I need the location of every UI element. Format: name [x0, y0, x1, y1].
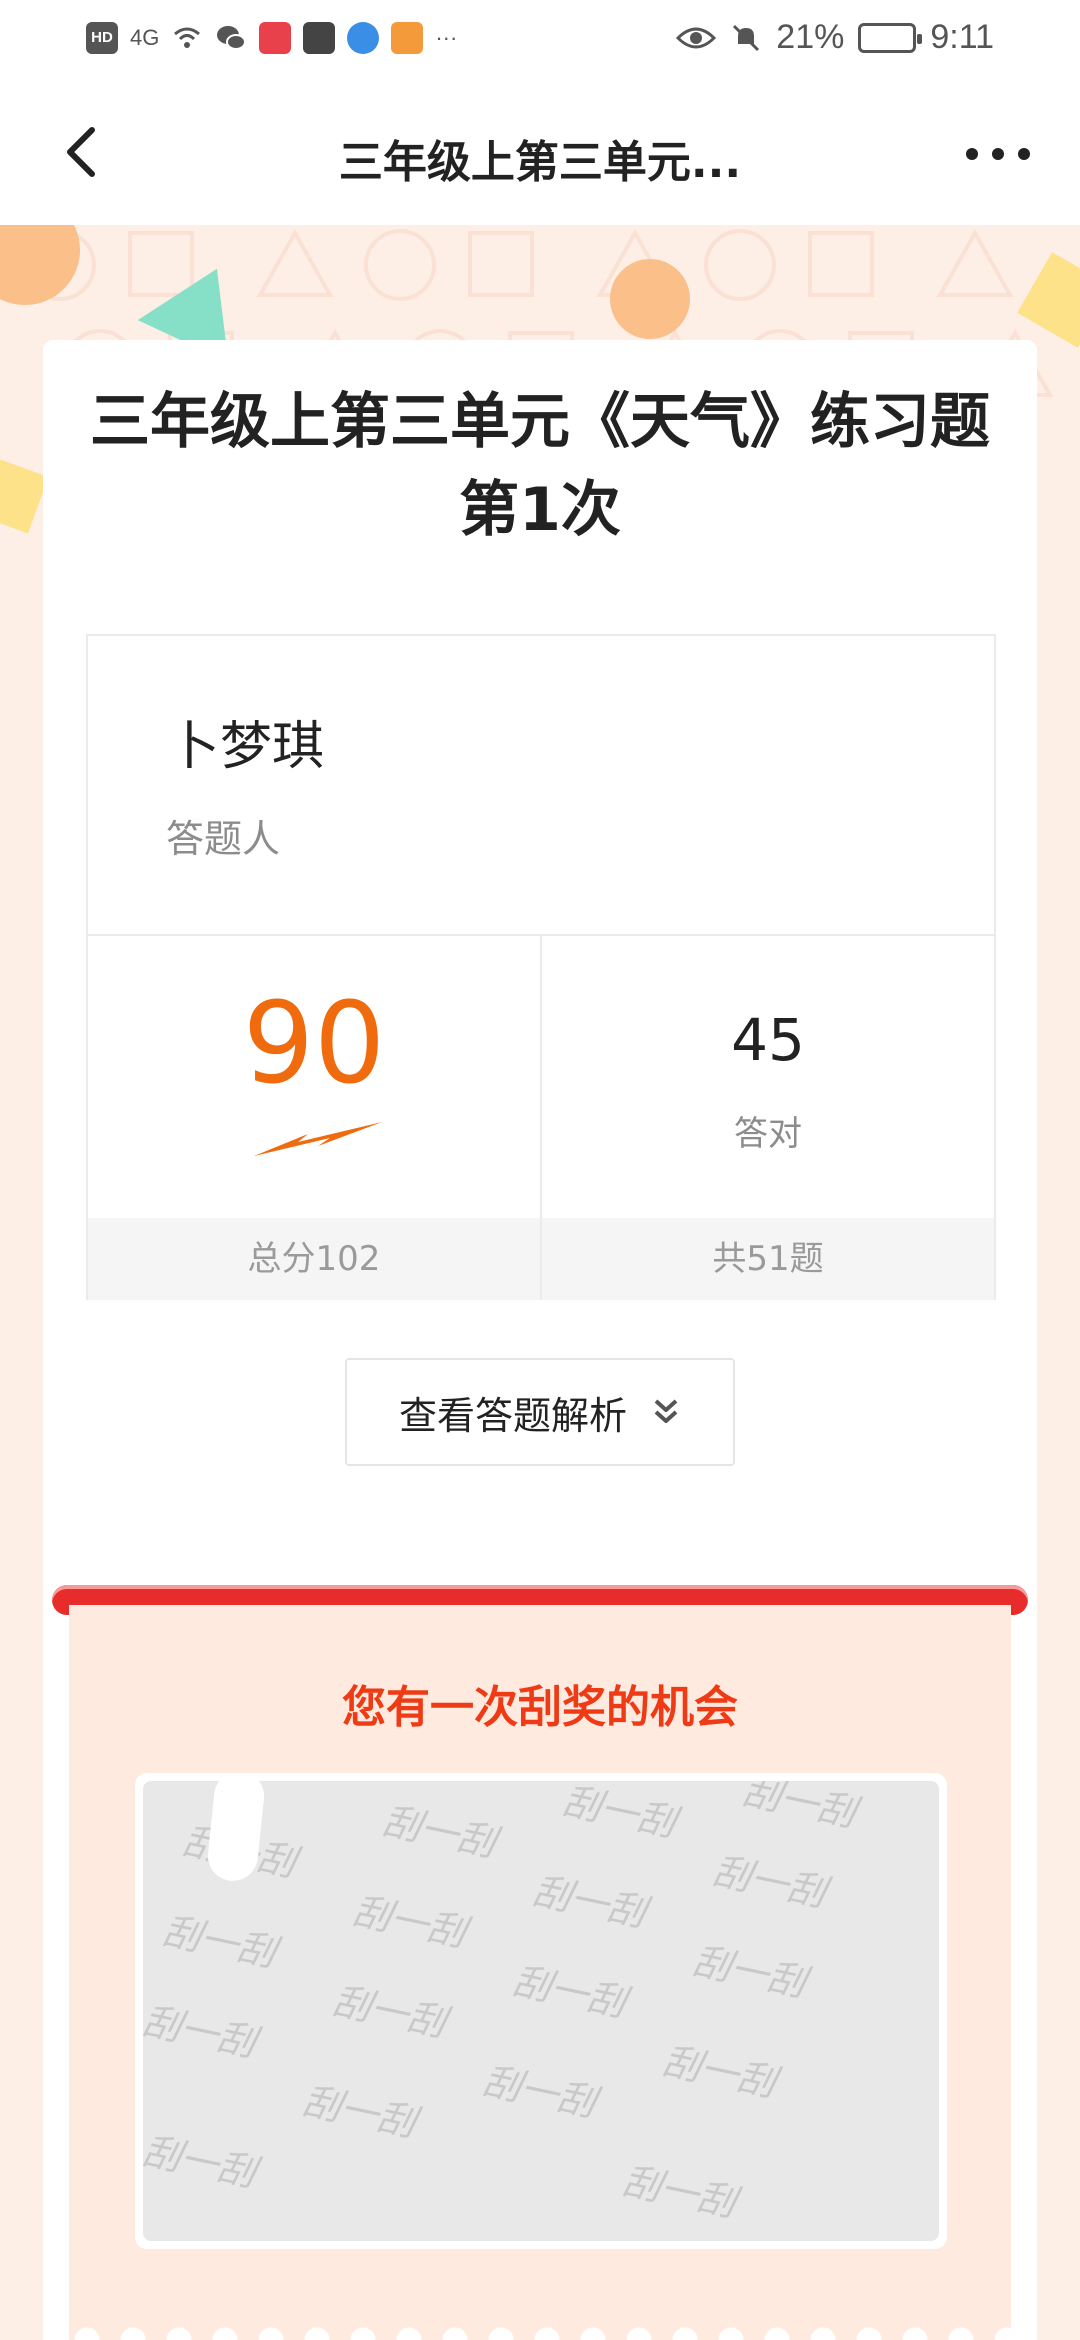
- scratch-watermark: 刮一刮: [143, 2128, 260, 2196]
- more-dot: [966, 148, 978, 160]
- question-total: 共51题: [542, 1218, 994, 1300]
- scratch-watermark: 刮一刮: [738, 1781, 860, 1836]
- scratch-watermark: 刮一刮: [348, 1888, 470, 1956]
- more-options-icon[interactable]: [966, 136, 1030, 172]
- quiz-attempt: 第1次: [459, 475, 621, 545]
- scratch-watermark: 刮一刮: [658, 2038, 780, 2106]
- respondent-section: 卜梦琪 答题人: [88, 636, 994, 936]
- back-arrow-icon[interactable]: [52, 116, 116, 188]
- correct-count: 45: [731, 1006, 805, 1074]
- wechat-icon: [217, 26, 247, 50]
- correct-label: 答对: [734, 1114, 802, 1154]
- lottery-panel: 您有一次刮奖的机会 刮一刮 刮一刮 刮一刮 刮一刮 刮一刮 刮一刮 刮一刮 刮一…: [69, 1605, 1011, 2340]
- battery-icon: [858, 22, 923, 53]
- double-chevron-down-icon: [654, 1399, 678, 1423]
- clock: 9:11: [930, 18, 994, 56]
- status-bar-right: 21% 9:11: [676, 18, 994, 57]
- result-card: 三年级上第三单元《天气》练习题 第1次 卜梦琪 答题人 90 总分102 45 …: [43, 340, 1037, 2340]
- result-summary: 卜梦琪 答题人 90 总分102 45 答对 共51题: [86, 634, 996, 1300]
- scratch-watermark: 刮一刮: [298, 2078, 420, 2146]
- view-analysis-label: 查看答题解析: [398, 1393, 627, 1438]
- battery-percent: 21%: [776, 18, 845, 56]
- scratch-watermark: 刮一刮: [688, 1938, 810, 2006]
- scratch-watermark: 刮一刮: [508, 1958, 630, 2026]
- respondent-name: 卜梦琪: [168, 717, 325, 777]
- more-dot: [1018, 148, 1030, 160]
- mute-icon: [733, 24, 760, 51]
- scratch-watermark: 刮一刮: [528, 1868, 650, 1936]
- lottery-title: 您有一次刮奖的机会: [342, 1682, 738, 1733]
- correct-stat: 45 答对 共51题: [542, 936, 994, 1300]
- scratch-watermark: 刮一刮: [478, 2058, 600, 2126]
- signal-icon: 4G: [130, 25, 160, 50]
- view-analysis-button[interactable]: 查看答题解析: [345, 1358, 735, 1466]
- total-score: 总分102: [88, 1218, 540, 1300]
- more-notifications-icon: ···: [435, 25, 458, 50]
- browser-app-icon: [347, 22, 380, 54]
- status-bar-left: HD 4G ···: [86, 22, 457, 54]
- score-stat: 90 总分102: [88, 936, 542, 1300]
- scratch-watermark: 刮一刮: [143, 1998, 260, 2066]
- scratch-watermark: 刮一刮: [618, 2158, 740, 2226]
- status-bar: HD 4G ··· 21% 9:11: [0, 0, 1080, 80]
- video-app-icon: [303, 22, 336, 54]
- scratch-card[interactable]: 刮一刮 刮一刮 刮一刮 刮一刮 刮一刮 刮一刮 刮一刮 刮一刮 刮一刮 刮一刮 …: [143, 1781, 939, 2241]
- wifi-icon: [174, 27, 201, 48]
- score-underline-icon: [254, 1122, 382, 1156]
- page-title: 三年级上第三单元...: [338, 137, 742, 188]
- score-value: 90: [242, 979, 386, 1109]
- circle-decoration: [610, 259, 690, 339]
- quiz-title-line: 三年级上第三单元《天气》练习题: [90, 387, 990, 457]
- eye-icon: [676, 27, 717, 48]
- respondent-label: 答题人: [166, 817, 281, 861]
- book-app-icon: [259, 22, 292, 54]
- scratch-watermark: 刮一刮: [158, 1908, 280, 1976]
- scratch-watermark: 刮一刮: [558, 1781, 680, 1846]
- scratch-watermark: 刮一刮: [378, 1798, 500, 1866]
- hd-icon: HD: [86, 22, 118, 54]
- scratch-card-frame: 刮一刮 刮一刮 刮一刮 刮一刮 刮一刮 刮一刮 刮一刮 刮一刮 刮一刮 刮一刮 …: [135, 1773, 947, 2249]
- navigation-bar: 三年级上第三单元...: [0, 80, 1080, 225]
- more-dot: [992, 148, 1004, 160]
- quiz-title: 三年级上第三单元《天气》练习题 第1次: [43, 378, 1037, 554]
- scratch-watermark: 刮一刮: [708, 1848, 830, 1916]
- scratch-watermark: 刮一刮: [328, 1978, 450, 2046]
- player-app-icon: [391, 22, 424, 54]
- ticket-edge-decoration: [69, 2320, 1011, 2340]
